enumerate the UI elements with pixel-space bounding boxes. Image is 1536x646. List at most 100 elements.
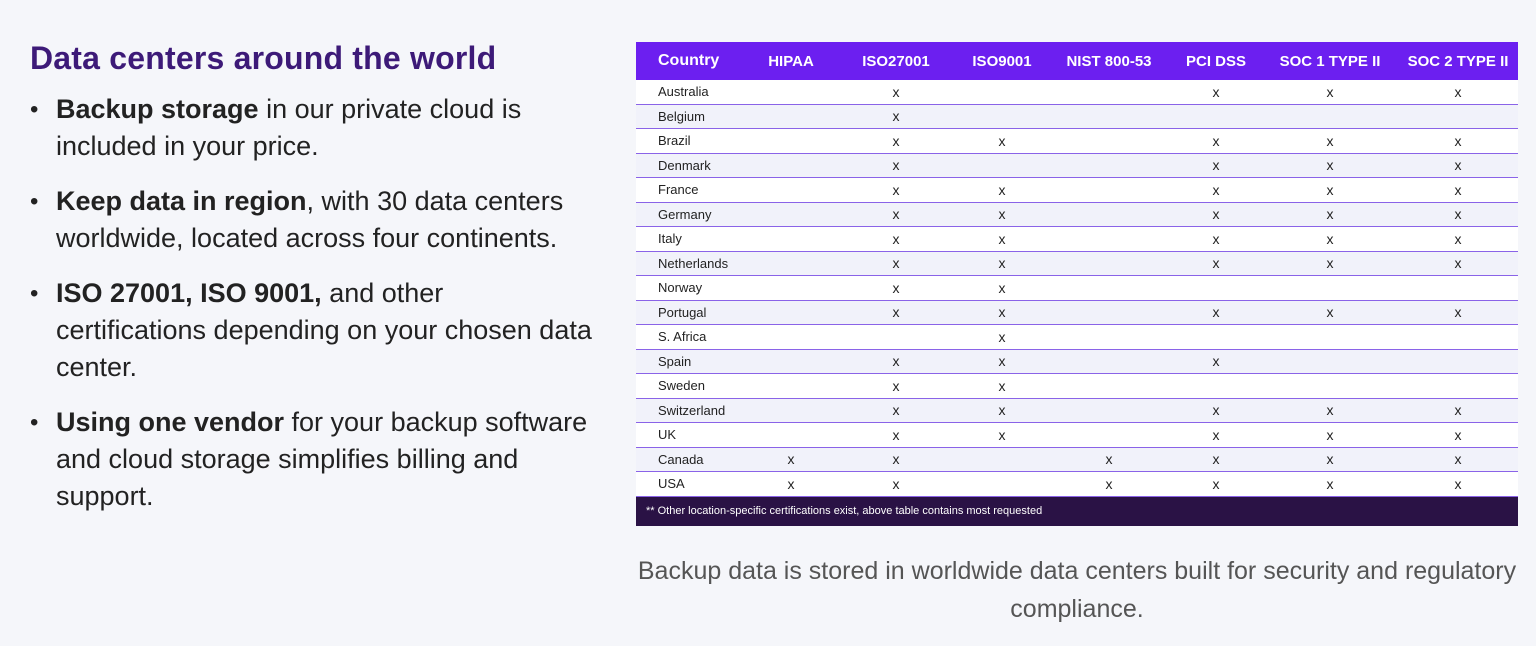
table-row: Canada x x x x x x [636,447,1518,472]
certification-cell [746,300,836,325]
table-body: Australia x x x x Belgium x Brazil x x x x x Denmark x… [636,80,1518,497]
certification-cell: x [1398,300,1518,325]
certification-cell [1262,349,1398,374]
country-cell: Canada [636,447,746,472]
feature-item-certifications: • ISO 27001, ISO 9001, and other certific… [30,275,600,386]
bullet-dot-icon: • [30,96,39,123]
certification-cell: x [836,128,956,154]
column-header: PCI DSS [1170,42,1262,80]
country-cell: UK [636,422,746,448]
certification-cell [956,471,1048,497]
certification-cell [1048,177,1170,203]
certification-cell [1048,349,1170,374]
certification-cell [746,398,836,423]
table-row: Norway x x [636,275,1518,301]
certification-cell [1262,275,1398,301]
certification-cell: x [956,324,1048,350]
table-row: Portugal x x x x x [636,300,1518,325]
country-cell: Australia [636,80,746,105]
table-row: Australia x x x x [636,80,1518,105]
certification-cell: x [1170,398,1262,423]
certification-cell: x [1398,128,1518,154]
certification-cell [1398,275,1518,301]
certification-cell: x [956,422,1048,448]
certification-cell [956,80,1048,105]
certification-cell: x [1262,202,1398,227]
table-row: UK x x x x x [636,422,1518,448]
country-cell: Germany [636,202,746,227]
certification-cell: x [1170,300,1262,325]
certification-cell: x [1170,80,1262,105]
feature-list: • Backup storage in our private cloud is … [30,91,600,515]
certification-cell: x [956,300,1048,325]
certification-cell [1048,398,1170,423]
country-cell: Denmark [636,153,746,178]
certification-cell: x [1262,128,1398,154]
certification-cell: x [1170,226,1262,252]
country-cell: S. Africa [636,324,746,350]
table-row: Italy x x x x x [636,226,1518,252]
certification-cell: x [1398,202,1518,227]
certification-cell: x [836,447,956,472]
certification-cell: x [1262,226,1398,252]
certification-cell [1262,373,1398,399]
certification-cell [1048,251,1170,276]
certification-cell: x [1262,177,1398,203]
certification-cell [1170,324,1262,350]
certification-cell: x [956,398,1048,423]
certification-cell [1048,373,1170,399]
certification-cell [746,251,836,276]
bullet-dot-icon: • [30,409,39,436]
certification-cell: x [956,349,1048,374]
certification-cell: x [836,471,956,497]
certification-cell: x [836,153,956,178]
certification-cell [1398,349,1518,374]
table-row: France x x x x x [636,177,1518,203]
certification-cell: x [836,226,956,252]
bullet-dot-icon: • [30,188,39,215]
certification-cell: x [1398,226,1518,252]
certification-cell: x [1170,202,1262,227]
column-header: SOC 1 TYPE II [1262,42,1398,80]
feature-item-data-region: • Keep data in region, with 30 data cente… [30,183,600,257]
certification-cell [1048,300,1170,325]
certification-cell [1048,153,1170,178]
column-header: Country [636,42,746,80]
table-caption: Backup data is stored in worldwide data … [637,557,1517,623]
table-row: Netherlands x x x x x [636,251,1518,276]
certification-cell [1048,104,1170,129]
certification-cell: x [956,226,1048,252]
table-row: Sweden x x [636,373,1518,399]
compliance-table: Country HIPAA ISO27001 ISO9001 NIST 800-53 PC… [636,42,1518,497]
certification-cell: x [956,275,1048,301]
column-header: ISO9001 [956,42,1048,80]
certification-cell: x [1262,251,1398,276]
feature-item-backup-storage: • Backup storage in our private cloud is … [30,91,600,165]
country-cell: Sweden [636,373,746,399]
table-row: Brazil x x x x x [636,128,1518,154]
certification-cell [746,349,836,374]
country-cell: USA [636,471,746,497]
certification-cell [746,104,836,129]
certification-cell [1048,275,1170,301]
certification-cell: x [1170,128,1262,154]
certification-cell: x [956,202,1048,227]
bullet-dot-icon: • [30,280,39,307]
certification-cell [956,447,1048,472]
certification-cell: x [1262,300,1398,325]
column-header: SOC 2 TYPE II [1398,42,1518,80]
certification-cell: x [1170,349,1262,374]
certification-cell: x [956,373,1048,399]
certification-cell: x [746,447,836,472]
certification-cell [1048,422,1170,448]
certification-cell: x [1398,251,1518,276]
table-row: Belgium x [636,104,1518,129]
certification-cell [1398,104,1518,129]
table-row: USA x x x x x x [636,471,1518,497]
certification-cell: x [746,471,836,497]
certification-cell [1170,104,1262,129]
certification-cell [746,226,836,252]
certification-cell: x [1398,471,1518,497]
country-cell: Netherlands [636,251,746,276]
certification-cell [746,275,836,301]
